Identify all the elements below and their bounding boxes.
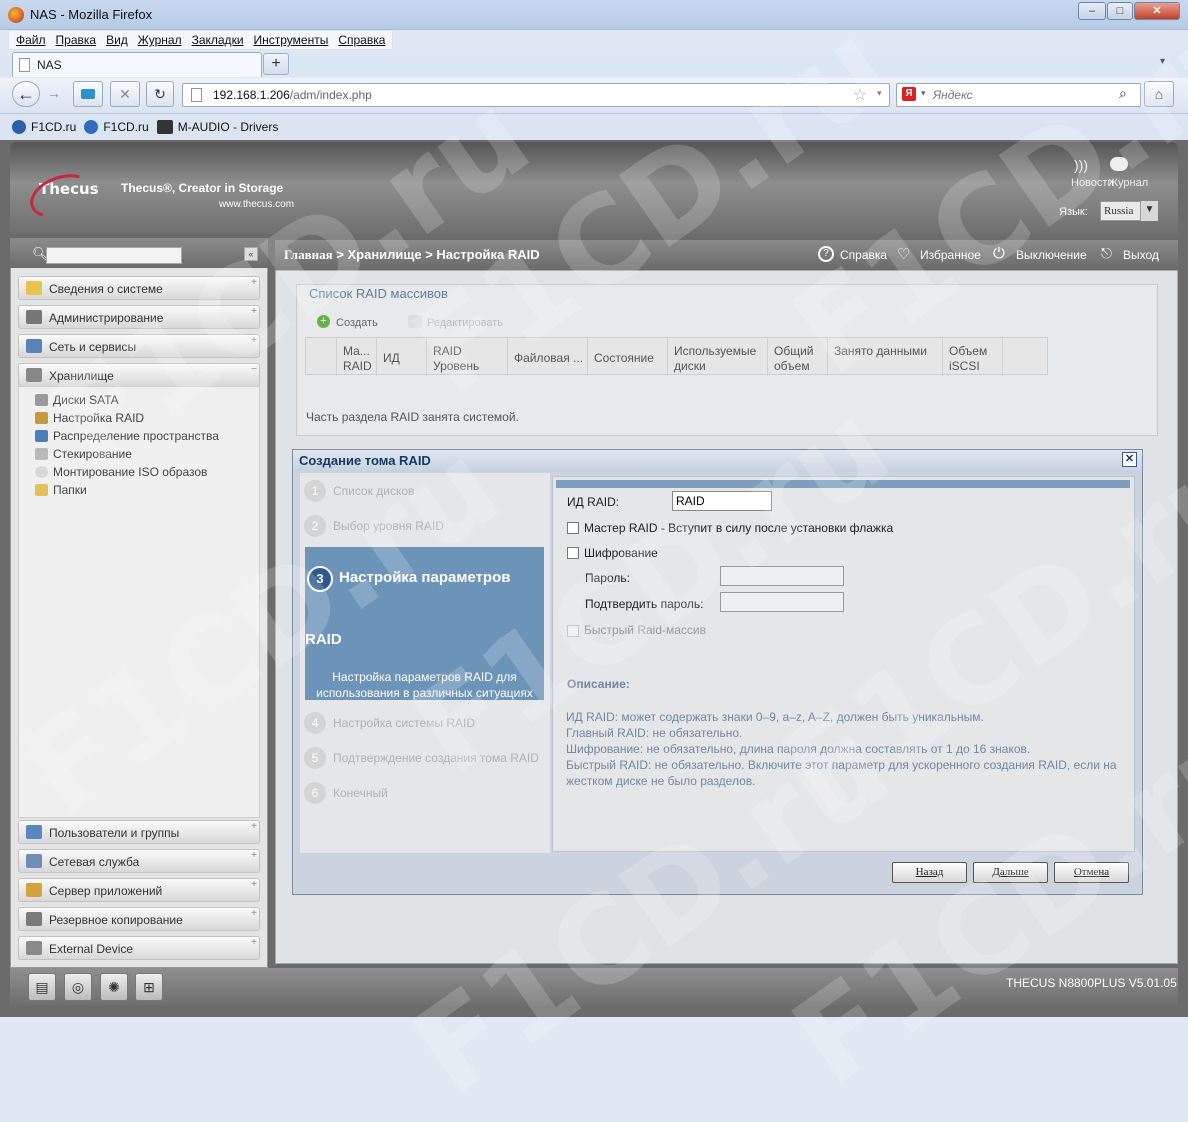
raid-id-label: ИД RAID: bbox=[567, 495, 620, 509]
m-audio-icon bbox=[156, 120, 173, 134]
hdd-icon[interactable]: ◎ bbox=[64, 973, 92, 1001]
disk-status-icon[interactable]: ▤ bbox=[28, 973, 56, 1001]
master-raid-checkbox[interactable] bbox=[567, 522, 579, 534]
allocation-icon bbox=[35, 430, 48, 442]
dropdown-icon[interactable] bbox=[73, 81, 103, 107]
url-path: /adm/index.php bbox=[289, 88, 372, 102]
backup-icon bbox=[26, 912, 42, 926]
category-label: External Device bbox=[49, 942, 134, 956]
step-label: Конечный bbox=[333, 786, 388, 800]
fan-icon[interactable]: ✺ bbox=[100, 973, 128, 1001]
col-status[interactable]: Состояние bbox=[588, 338, 668, 376]
bookmark-label: F1CD.ru bbox=[31, 120, 77, 134]
network-icon bbox=[26, 339, 42, 353]
col-iscsi[interactable]: Объем iSCSI bbox=[943, 338, 1003, 376]
step-number: 6 bbox=[304, 782, 326, 804]
category-label: Сведения о системе bbox=[49, 282, 163, 296]
logout-icon[interactable]: ⎋ bbox=[1101, 245, 1112, 262]
globe-icon bbox=[84, 120, 99, 134]
app-server-icon bbox=[26, 883, 42, 897]
slogan: Thecus®, Creator in Storage bbox=[121, 181, 284, 195]
menu-view[interactable]: Вид bbox=[101, 31, 133, 49]
back-button[interactable]: ← bbox=[12, 81, 40, 107]
window-titlebar: NAS - Mozilla Firefox bbox=[0, 0, 1188, 30]
step-number: 1 bbox=[304, 480, 326, 502]
menu-help[interactable]: Справка bbox=[333, 31, 390, 49]
step-number: 5 bbox=[304, 747, 326, 769]
menu-edit[interactable]: Правка bbox=[51, 31, 102, 49]
search-placeholder: Яндекс bbox=[933, 88, 973, 102]
url-host: 192.168.1.206 bbox=[213, 88, 290, 102]
reload-button[interactable]: ↻ bbox=[146, 81, 174, 107]
bookmark-f1cd-2[interactable]: F1CD.ru bbox=[84, 120, 149, 134]
tab-title: NAS bbox=[37, 58, 62, 72]
chevron-down-icon: ▼ bbox=[1140, 201, 1158, 221]
category-label: Резервное копирование bbox=[49, 913, 183, 927]
firefox-icon bbox=[8, 7, 24, 23]
bookmark-label: F1CD.ru bbox=[103, 120, 149, 134]
menu-file[interactable]: Файл bbox=[11, 31, 51, 49]
category-backup[interactable]: Резервное копирование + bbox=[18, 907, 260, 931]
wizard-step-6[interactable]: 6 Конечный bbox=[304, 782, 388, 804]
users-icon bbox=[26, 825, 42, 839]
stop-button[interactable]: ✕ bbox=[110, 81, 140, 107]
cd-icon bbox=[35, 466, 48, 478]
search-engine-dropdown-icon[interactable]: ▾ bbox=[921, 88, 926, 99]
menu-bar: Файл Правка Вид Журнал Закладки Инструме… bbox=[8, 30, 394, 50]
col-used-disks[interactable]: Используемые диски bbox=[668, 338, 768, 376]
maximize-button[interactable]: □ bbox=[1107, 2, 1133, 20]
bookmark-m-audio[interactable]: M-AUDIO - Drivers bbox=[156, 120, 279, 134]
category-network-service[interactable]: Сетевая служба + bbox=[18, 849, 260, 873]
tools-icon bbox=[26, 310, 42, 324]
network-service-icon bbox=[26, 854, 42, 868]
external-device-icon bbox=[26, 941, 42, 955]
category-app-server[interactable]: Сервер приложений + bbox=[18, 878, 260, 902]
expand-icon[interactable]: + bbox=[251, 821, 257, 832]
category-label: Сервер приложений bbox=[49, 884, 163, 898]
category-users-groups[interactable]: Пользователи и группы + bbox=[18, 820, 260, 844]
bookmark-label: M-AUDIO - Drivers bbox=[177, 120, 279, 134]
stack-icon bbox=[35, 448, 48, 460]
system-note: Часть раздела RAID занята системой. bbox=[306, 410, 519, 424]
thecus-logo: Thecus bbox=[24, 166, 99, 226]
forward-button[interactable]: → bbox=[42, 81, 66, 107]
f1cd-icon bbox=[12, 120, 26, 134]
expand-icon[interactable]: + bbox=[251, 908, 257, 919]
expand-icon[interactable]: + bbox=[251, 937, 257, 948]
menu-bookmarks[interactable]: Закладки bbox=[187, 31, 249, 49]
new-tab-button[interactable]: + bbox=[263, 53, 289, 75]
step-number: 4 bbox=[304, 712, 326, 734]
window-title: NAS - Mozilla Firefox bbox=[30, 7, 153, 22]
network-status-icon[interactable]: ⊞ bbox=[135, 973, 163, 1001]
category-external-device[interactable]: External Device + bbox=[18, 936, 260, 960]
submenu-folders[interactable]: Папки bbox=[35, 483, 87, 497]
menu-tools[interactable]: Инструменты bbox=[249, 31, 334, 49]
raid-icon bbox=[35, 412, 48, 424]
page-icon bbox=[19, 58, 30, 72]
folder-icon bbox=[35, 484, 48, 496]
minimize-button[interactable]: – bbox=[1078, 2, 1106, 20]
page-icon bbox=[191, 88, 202, 102]
submenu-label: Папки bbox=[53, 483, 87, 497]
info-icon bbox=[26, 281, 42, 295]
expand-icon[interactable]: + bbox=[251, 879, 257, 890]
logout-link[interactable]: Выход bbox=[1123, 248, 1159, 262]
expand-icon[interactable]: + bbox=[251, 850, 257, 861]
col-master-raid[interactable]: Ма... RAID bbox=[337, 338, 377, 376]
browser-tab-nas[interactable]: NAS bbox=[12, 52, 262, 77]
menu-search-input[interactable] bbox=[46, 247, 182, 264]
category-label: Сетевая служба bbox=[49, 855, 140, 869]
menu-history[interactable]: Журнал bbox=[133, 31, 187, 49]
bookmark-f1cd-1[interactable]: F1CD.ru bbox=[12, 120, 76, 134]
